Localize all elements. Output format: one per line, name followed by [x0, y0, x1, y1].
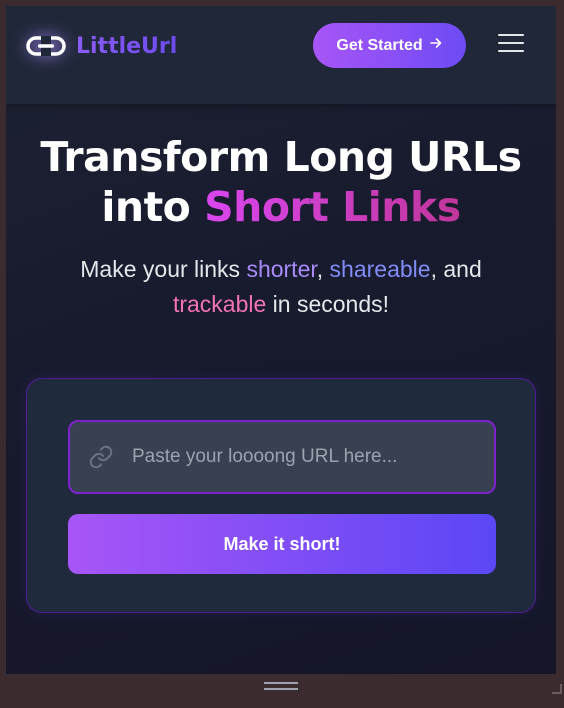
hamburger-menu-icon[interactable]	[498, 34, 524, 56]
hero-title-accent: Short Links	[204, 183, 461, 231]
url-input-wrapper[interactable]	[68, 420, 496, 494]
subtitle-word-shareable: shareable	[329, 256, 431, 282]
resize-corner-icon[interactable]	[552, 684, 562, 694]
subtitle-word-shorter: shorter	[246, 256, 317, 282]
subtitle-text: ,	[316, 256, 330, 282]
get-started-label: Get Started	[336, 36, 423, 54]
brand-name: LittleUrl	[76, 33, 178, 59]
navbar: LittleUrl Get Started	[6, 6, 556, 104]
get-started-button[interactable]: Get Started	[313, 23, 466, 68]
hero-title: Transform Long URLs into Short Links	[6, 132, 556, 232]
resize-bar	[0, 674, 564, 708]
brand-logo[interactable]: LittleUrl	[26, 30, 177, 62]
link-icon	[26, 34, 66, 58]
hero-title-line2-prefix: into	[101, 183, 205, 231]
resize-grip-icon[interactable]	[264, 682, 298, 694]
url-input[interactable]	[130, 445, 494, 469]
subtitle-word-trackable: trackable	[172, 291, 267, 317]
link-icon	[88, 444, 114, 470]
subtitle-text: in seconds!	[266, 291, 390, 317]
app-viewport: LittleUrl Get Started Transform Long URL…	[6, 6, 556, 674]
hero-title-line1: Transform Long URLs	[40, 133, 522, 181]
subtitle-text: , and	[430, 256, 482, 282]
make-short-button[interactable]: Make it short!	[68, 514, 496, 574]
subtitle-text: Make your links	[80, 256, 247, 282]
hero-subtitle: Make your links shorter, shareable, and t…	[26, 252, 536, 322]
shorten-form-card: Make it short!	[26, 378, 536, 613]
arrow-right-icon	[429, 36, 443, 55]
